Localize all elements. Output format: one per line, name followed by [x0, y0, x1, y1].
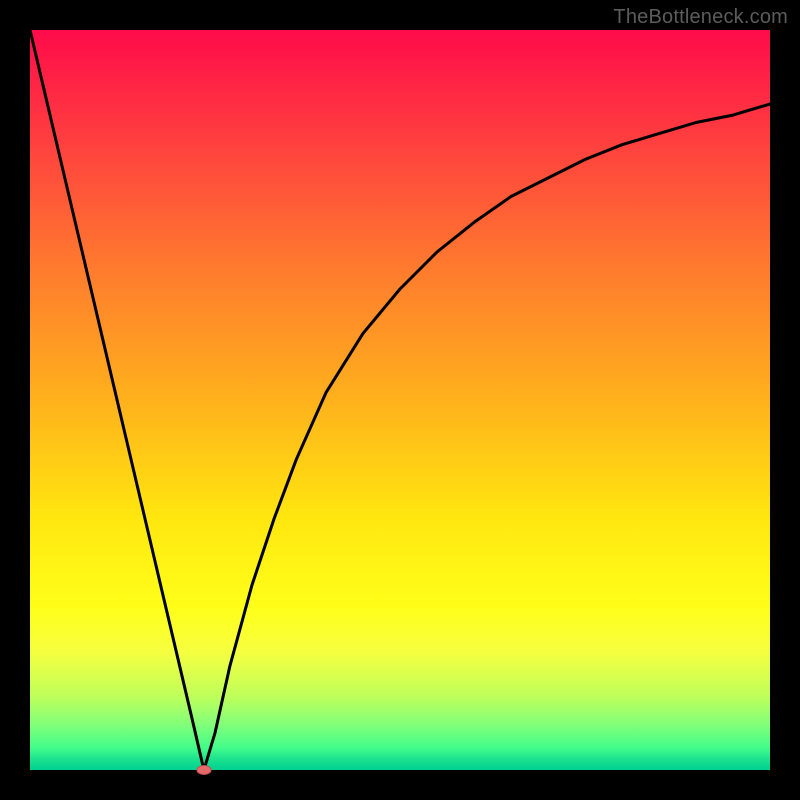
chart-frame: TheBottleneck.com	[0, 0, 800, 800]
watermark-text: TheBottleneck.com	[613, 6, 788, 29]
bottleneck-curve	[30, 30, 770, 770]
minimum-marker	[194, 763, 214, 777]
plot-area	[30, 30, 770, 770]
